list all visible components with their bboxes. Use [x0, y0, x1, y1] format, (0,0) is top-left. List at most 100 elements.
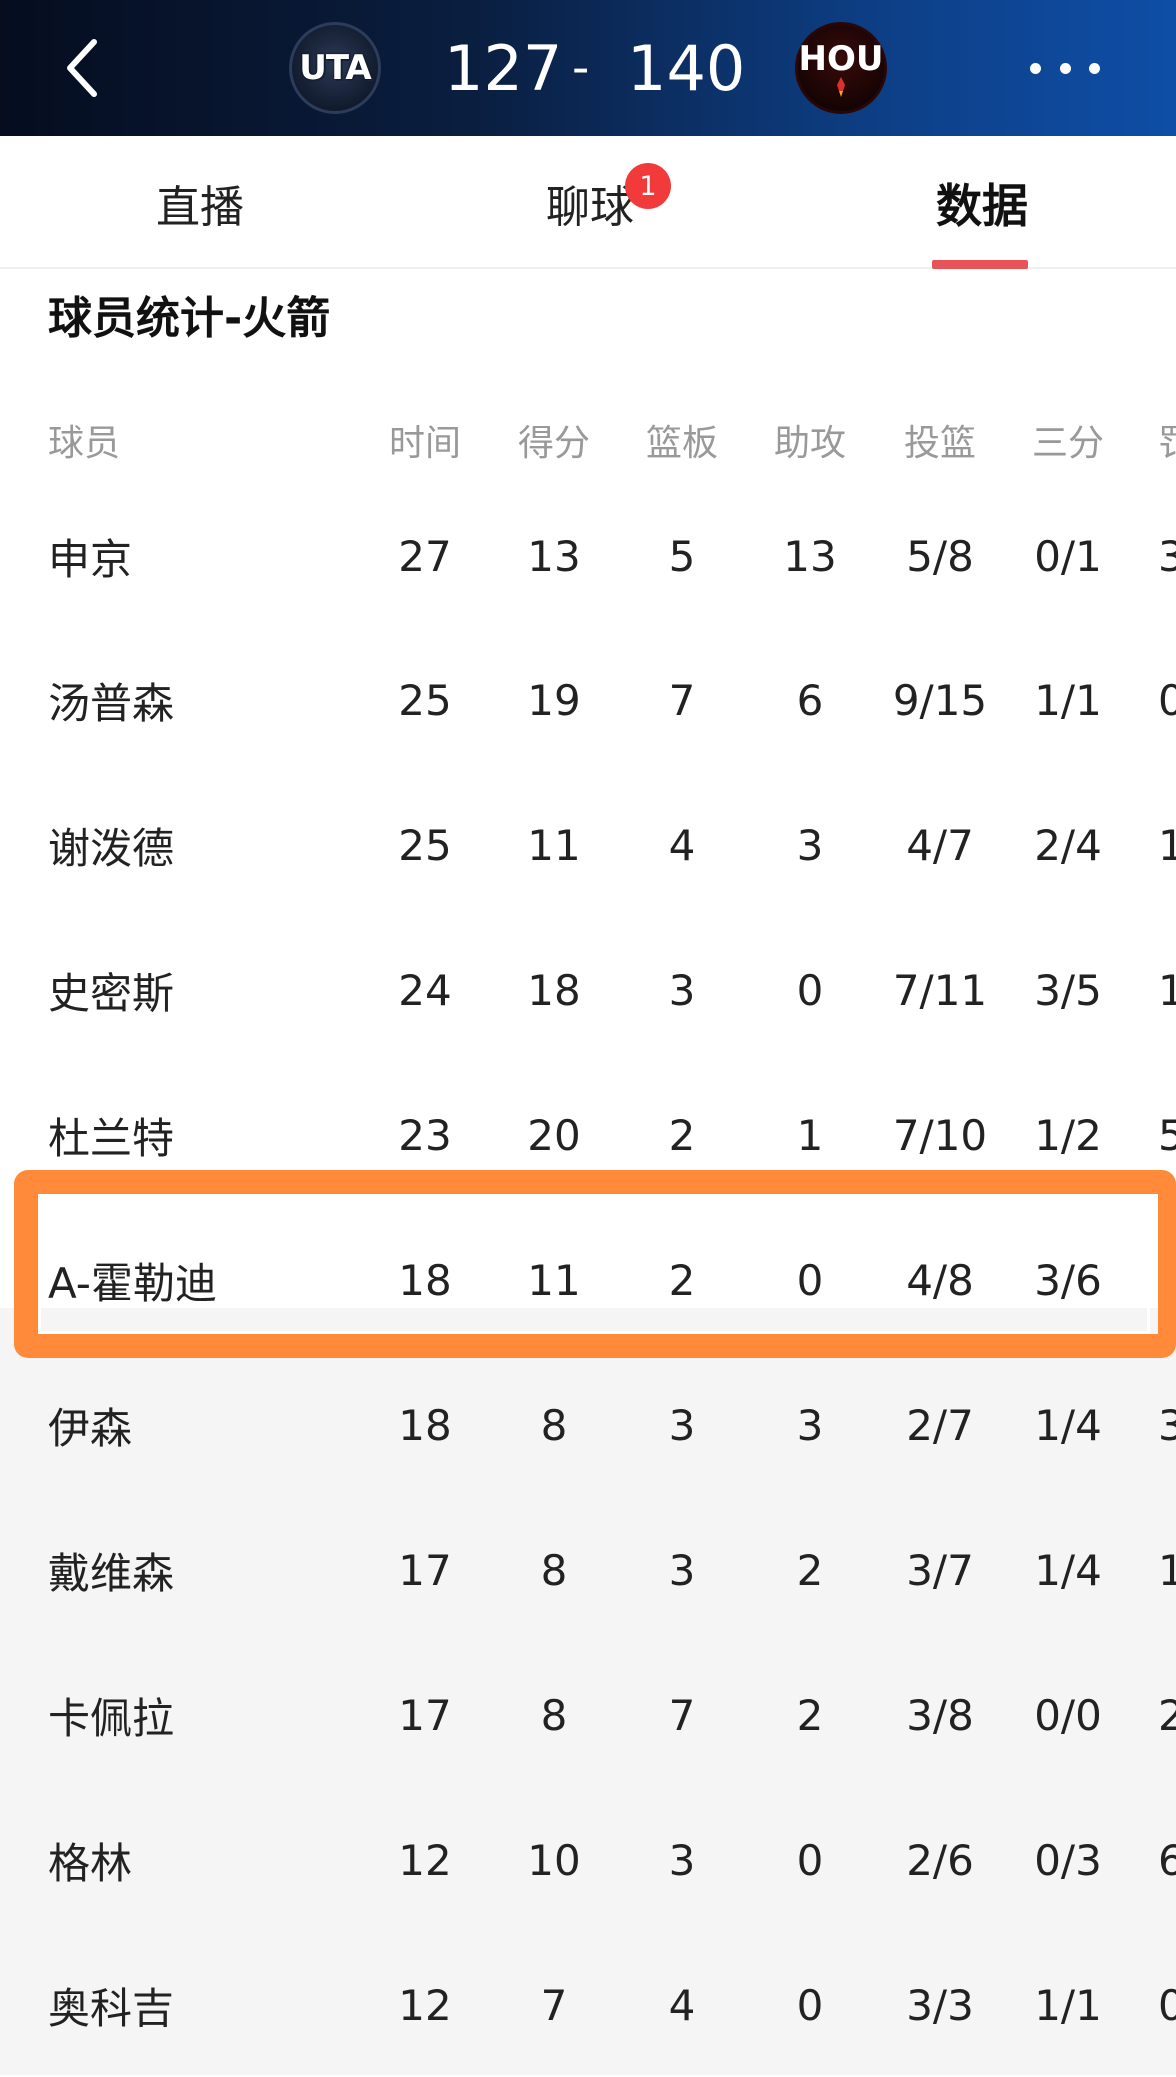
home-score: 127	[444, 31, 563, 105]
player-name-cell[interactable]: 格林	[48, 1788, 368, 1932]
rebounds-cell: 4	[668, 1980, 696, 2030]
tab-live[interactable]: 直播	[120, 136, 280, 269]
player-name-cell[interactable]: 申京	[48, 484, 368, 628]
table-row[interactable]: 汤普森 25 19 7 6 9/15 1/1 0	[0, 628, 1176, 772]
player-name-cell[interactable]: 卡佩拉	[48, 1643, 368, 1787]
home-team-logo[interactable]: UTA	[289, 22, 381, 114]
more-button[interactable]	[1030, 48, 1100, 88]
assists-cell: 13	[783, 531, 837, 581]
tab-data[interactable]: 数据	[902, 136, 1062, 269]
assists-cell: 1	[796, 1110, 824, 1160]
minutes-cell: 18	[398, 1400, 452, 1450]
free-throws-cell: 6	[1158, 1835, 1176, 1885]
player-name-cell[interactable]: 史密斯	[48, 918, 368, 1062]
free-throws-cell: 0	[1158, 675, 1176, 725]
points-cell: 11	[527, 1255, 581, 1305]
away-team-logo[interactable]: HOU	[795, 22, 887, 114]
assists-cell: 3	[796, 1400, 824, 1450]
table-row[interactable]: 格林 12 10 3 0 2/6 0/3 6	[0, 1788, 1176, 1932]
rebounds-cell: 3	[668, 965, 696, 1015]
match-header: UTA 127 - 140 HOU	[0, 0, 1176, 136]
table-row[interactable]: 奥科吉 12 7 4 0 3/3 1/1 0	[0, 1933, 1176, 2077]
table-row[interactable]: 戴维森 17 8 3 2 3/7 1/4 1	[0, 1498, 1176, 1642]
column-header-field-goals[interactable]: 投篮	[880, 380, 1000, 500]
more-dot-icon	[1089, 62, 1100, 74]
rebounds-cell: 3	[668, 1835, 696, 1885]
three-pointers-cell: 1/4	[1034, 1400, 1102, 1450]
more-dot-icon	[1059, 62, 1071, 74]
table-row[interactable]: 申京 27 13 5 13 5/8 0/1 3	[0, 484, 1176, 628]
rebounds-cell: 2	[668, 1255, 696, 1305]
field-goals-cell: 2/7	[906, 1400, 974, 1450]
points-cell: 8	[540, 1545, 568, 1595]
points-cell: 18	[527, 965, 581, 1015]
free-throws-cell	[1158, 1208, 1176, 1352]
points-cell: 20	[527, 1110, 581, 1160]
three-pointers-cell: 1/1	[1034, 1980, 1102, 2030]
three-pointers-cell: 0/3	[1034, 1835, 1102, 1885]
table-row[interactable]: A-霍勒迪 18 11 2 0 4/8 3/6	[0, 1208, 1176, 1352]
column-header-rebounds[interactable]: 篮板	[632, 380, 732, 500]
player-name-cell[interactable]: 伊森	[48, 1353, 368, 1497]
player-name-cell[interactable]: 杜兰特	[48, 1063, 368, 1207]
table-row[interactable]: 卡佩拉 17 8 7 2 3/8 0/0 2	[0, 1643, 1176, 1787]
score-separator: -	[572, 40, 590, 96]
field-goals-cell: 3/3	[906, 1980, 974, 2030]
points-cell: 13	[527, 531, 581, 581]
free-throws-cell: 3	[1158, 1400, 1176, 1450]
player-name-cell[interactable]: 汤普森	[48, 628, 368, 772]
free-throws-cell: 1	[1158, 1545, 1176, 1595]
rebounds-cell: 2	[668, 1110, 696, 1160]
column-header-free-throws[interactable]: 罚	[1158, 380, 1176, 500]
field-goals-cell: 7/10	[892, 1110, 988, 1160]
assists-cell: 2	[796, 1690, 824, 1740]
points-cell: 11	[527, 820, 581, 870]
minutes-cell: 18	[398, 1255, 452, 1305]
table-header-row: 球员时间得分篮板助攻投篮三分罚	[0, 380, 1176, 500]
rocket-icon	[837, 77, 845, 97]
table-row[interactable]: 伊森 18 8 3 3 2/7 1/4 3	[0, 1353, 1176, 1497]
minutes-cell: 25	[398, 675, 452, 725]
assists-cell: 0	[796, 1255, 824, 1305]
assists-cell: 0	[796, 965, 824, 1015]
field-goals-cell: 4/7	[906, 820, 974, 870]
back-button[interactable]	[52, 28, 112, 108]
assists-cell: 0	[796, 1980, 824, 2030]
rebounds-cell: 5	[668, 531, 696, 581]
field-goals-cell: 4/8	[906, 1255, 974, 1305]
minutes-cell: 12	[398, 1980, 452, 2030]
player-name-cell[interactable]: 奥科吉	[48, 1933, 368, 2077]
free-throws-cell: 3	[1158, 531, 1176, 581]
column-header-minutes[interactable]: 时间	[375, 380, 475, 500]
three-pointers-cell: 3/6	[1034, 1255, 1102, 1305]
assists-cell: 0	[796, 1835, 824, 1885]
field-goals-cell: 2/6	[906, 1835, 974, 1885]
field-goals-cell: 9/15	[892, 675, 988, 725]
free-throws-cell: 5	[1158, 1110, 1176, 1160]
column-header-points[interactable]: 得分	[504, 380, 604, 500]
three-pointers-cell: 1/1	[1034, 675, 1102, 725]
points-cell: 19	[527, 675, 581, 725]
field-goals-cell: 7/11	[892, 965, 988, 1015]
three-pointers-cell: 1/4	[1034, 1545, 1102, 1595]
player-name-cell[interactable]: A-霍勒迪	[48, 1208, 368, 1352]
player-name-cell[interactable]: 谢泼德	[48, 773, 368, 917]
three-pointers-cell: 0/1	[1034, 531, 1102, 581]
chat-notification-badge: 1	[625, 163, 671, 209]
away-team-abbr: HOU	[798, 39, 884, 79]
column-header-player-name[interactable]: 球员	[48, 380, 368, 500]
minutes-cell: 24	[398, 965, 452, 1015]
free-throws-cell: 1	[1158, 965, 1176, 1015]
table-row[interactable]: 谢泼德 25 11 4 3 4/7 2/4 1	[0, 773, 1176, 917]
table-row[interactable]: 史密斯 24 18 3 0 7/11 3/5 1	[0, 918, 1176, 1062]
assists-cell: 6	[796, 675, 824, 725]
assists-cell: 3	[796, 820, 824, 870]
minutes-cell: 17	[398, 1690, 452, 1740]
column-header-three-pointers[interactable]: 三分	[1018, 380, 1118, 500]
player-name-cell[interactable]: 戴维森	[48, 1498, 368, 1642]
points-cell: 8	[540, 1690, 568, 1740]
table-row[interactable]: 杜兰特 23 20 2 1 7/10 1/2 5	[0, 1063, 1176, 1207]
minutes-cell: 27	[398, 531, 452, 581]
three-pointers-cell: 3/5	[1034, 965, 1102, 1015]
column-header-assists[interactable]: 助攻	[760, 380, 860, 500]
